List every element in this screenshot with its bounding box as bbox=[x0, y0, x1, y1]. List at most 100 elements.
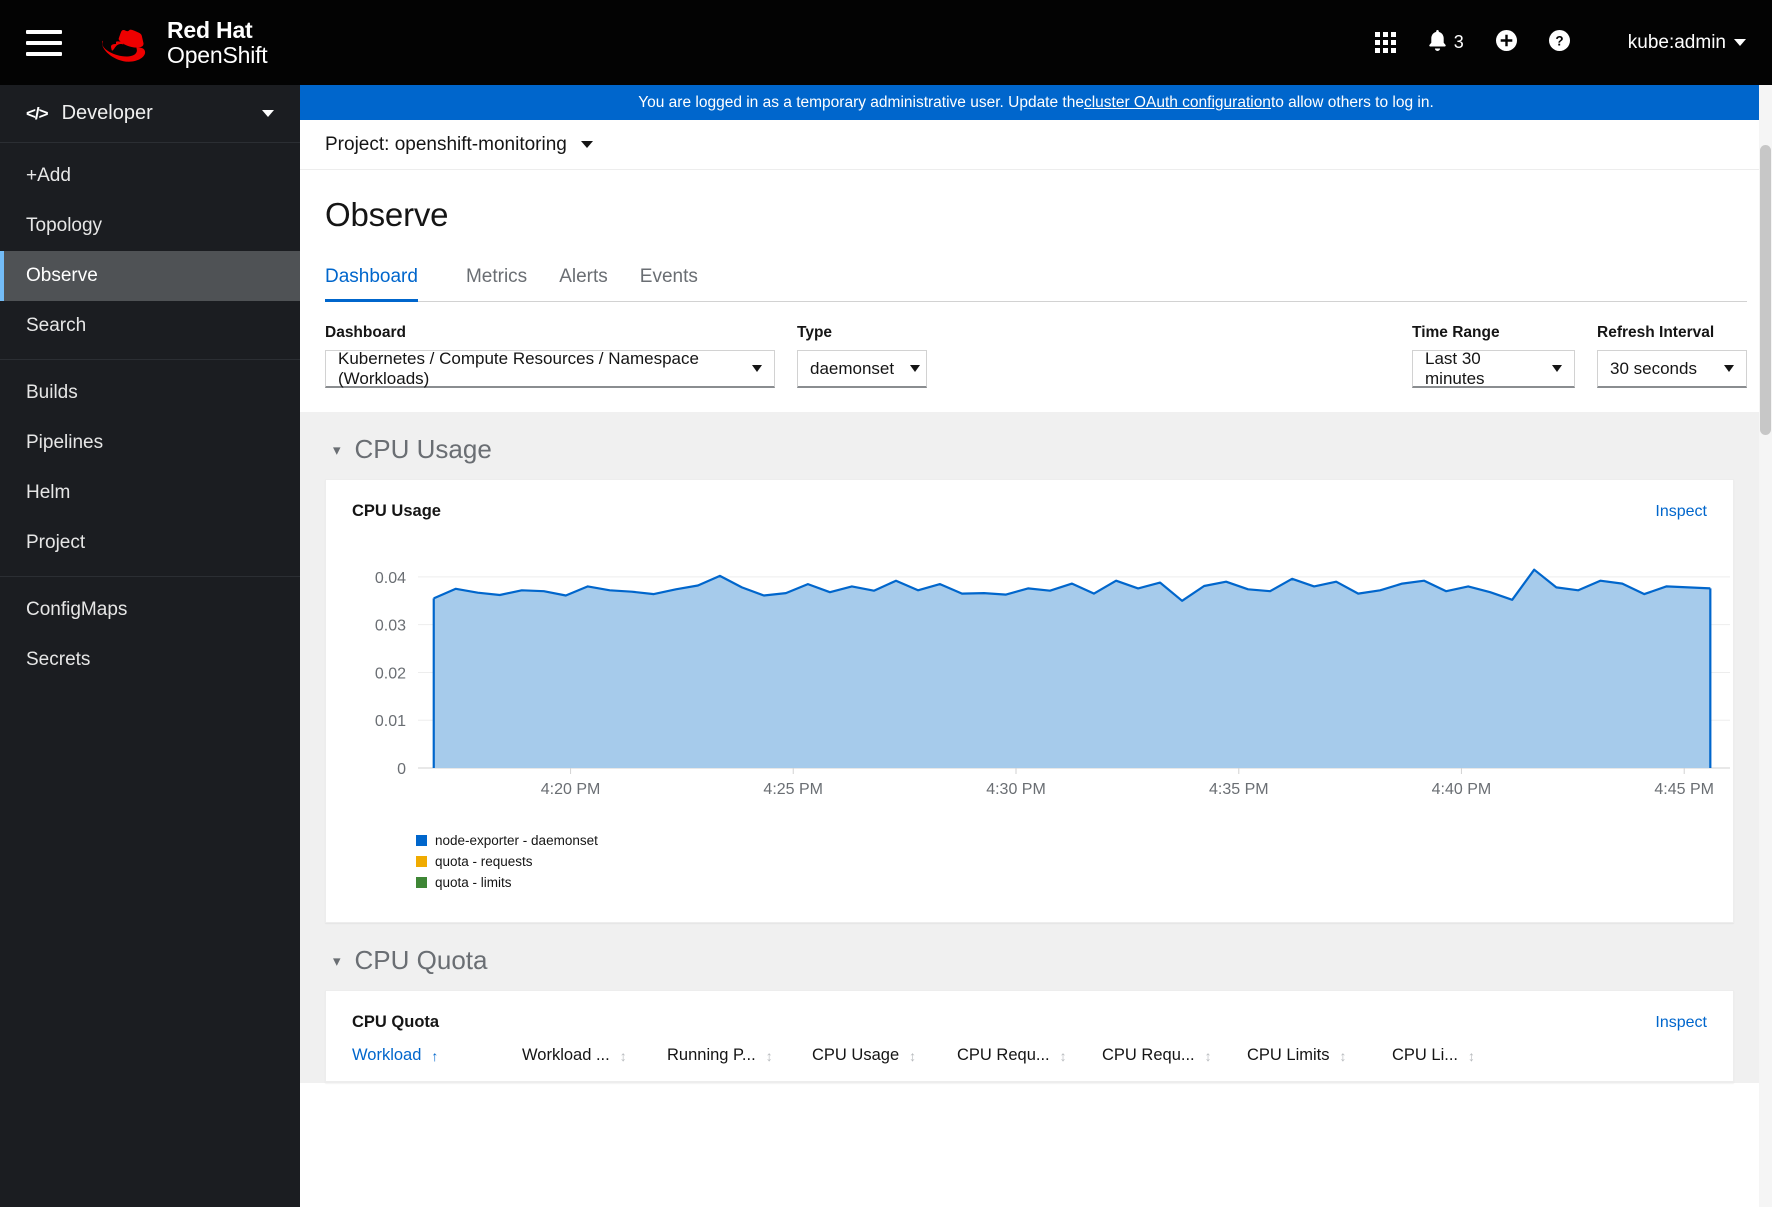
type-filter-group: Type daemonset bbox=[797, 324, 927, 388]
page-tabs: Dashboard Metrics Alerts Events bbox=[325, 256, 1747, 302]
chevron-down-icon bbox=[752, 365, 762, 372]
column-label: CPU Requ... bbox=[957, 1046, 1050, 1064]
x-axis-tick-label: 4:30 PM bbox=[986, 781, 1046, 798]
series-area-node-exporter bbox=[433, 569, 1711, 768]
column-header-workload[interactable]: Workload ↑ bbox=[352, 1032, 522, 1081]
main-content: You are logged in as a temporary adminis… bbox=[300, 85, 1772, 1207]
chevron-down-icon: ▾ bbox=[333, 952, 341, 970]
apps-grid-button[interactable] bbox=[1374, 32, 1396, 53]
tab-events[interactable]: Events bbox=[624, 256, 714, 301]
sidebar-item-helm[interactable]: Helm bbox=[0, 468, 300, 518]
column-label: CPU Li... bbox=[1392, 1046, 1459, 1064]
column-header-cpu-requests[interactable]: CPU Requ... ↕ bbox=[957, 1032, 1102, 1081]
sort-icon: ↕ bbox=[1204, 1047, 1212, 1064]
y-axis-tick-label: 0.01 bbox=[375, 713, 406, 730]
dashboard-select[interactable]: Kubernetes / Compute Resources / Namespa… bbox=[325, 349, 775, 388]
column-header-cpu-limits[interactable]: CPU Limits ↕ bbox=[1247, 1032, 1392, 1081]
red-hat-logo-icon bbox=[102, 24, 154, 62]
dashboard-filter-label: Dashboard bbox=[325, 324, 406, 341]
nav-group-build: Builds Pipelines Helm Project bbox=[0, 360, 300, 576]
sidebar-item-secrets[interactable]: Secrets bbox=[0, 635, 300, 685]
sidebar-item-configmaps[interactable]: ConfigMaps bbox=[0, 585, 300, 635]
tab-dashboard[interactable]: Dashboard bbox=[325, 256, 434, 302]
add-button[interactable] bbox=[1495, 29, 1517, 56]
project-selector[interactable]: Project: openshift-monitoring bbox=[325, 134, 593, 156]
sidebar-item-label: Pipelines bbox=[26, 432, 104, 453]
hamburger-icon[interactable] bbox=[22, 21, 66, 65]
chevron-down-icon bbox=[1724, 365, 1734, 372]
perspective-switcher[interactable]: </> Developer bbox=[0, 85, 300, 143]
chevron-down-icon bbox=[1734, 39, 1746, 46]
brand-logo[interactable]: Red Hat OpenShift bbox=[102, 17, 268, 67]
legend-item[interactable]: quota - requests bbox=[416, 854, 1733, 869]
project-bar: Project: openshift-monitoring bbox=[300, 120, 1772, 170]
time-range-value: Last 30 minutes bbox=[1425, 348, 1485, 388]
sort-asc-icon: ↑ bbox=[431, 1047, 439, 1064]
sidebar-item-add[interactable]: +Add bbox=[0, 151, 300, 201]
inspect-link[interactable]: Inspect bbox=[1655, 1014, 1707, 1032]
notifications-button[interactable]: 3 bbox=[1428, 29, 1464, 56]
nav-group-primary: +Add Topology Observe Search bbox=[0, 143, 300, 359]
time-range-select[interactable]: Last 30 minutes bbox=[1412, 348, 1575, 388]
oauth-config-link[interactable]: cluster OAuth configuration bbox=[1084, 94, 1271, 112]
masthead: Red Hat OpenShift 3 ? kube:admin bbox=[0, 0, 1772, 85]
tab-alerts[interactable]: Alerts bbox=[543, 256, 624, 301]
refresh-interval-select[interactable]: 30 seconds bbox=[1597, 350, 1747, 388]
sort-icon: ↕ bbox=[909, 1047, 917, 1064]
tab-label: Events bbox=[639, 266, 698, 287]
tab-metrics[interactable]: Metrics bbox=[450, 256, 543, 301]
legend-swatch bbox=[416, 877, 427, 888]
perspective-label: Developer bbox=[61, 102, 153, 124]
column-header-cpu-requests-pct[interactable]: CPU Requ... ↕ bbox=[1102, 1032, 1247, 1081]
dashboard-body: ▾ CPU Usage CPU Usage Inspect 0 0.01 0.02 0… bbox=[300, 412, 1772, 1083]
page-title: Observe bbox=[325, 196, 449, 233]
chevron-down-icon bbox=[1552, 365, 1562, 372]
type-select[interactable]: daemonset bbox=[797, 350, 927, 388]
scrollbar-thumb[interactable] bbox=[1760, 145, 1771, 435]
sidebar: </> Developer +Add Topology Observe Sear… bbox=[0, 85, 300, 1207]
sidebar-item-observe[interactable]: Observe bbox=[0, 251, 300, 301]
sort-icon: ↕ bbox=[1339, 1047, 1347, 1064]
page-scroll-area: Observe Dashboard Metrics Alerts Events bbox=[300, 170, 1772, 1207]
sidebar-item-label: +Add bbox=[26, 165, 71, 186]
vertical-scrollbar[interactable] bbox=[1759, 85, 1772, 1207]
card-title: CPU Usage bbox=[352, 502, 441, 520]
cpu-quota-table-header: Workload ↑ Workload ... ↕ Running P... ↕ bbox=[326, 1032, 1733, 1082]
banner-text-before: You are logged in as a temporary adminis… bbox=[638, 93, 1084, 111]
x-axis-tick-label: 4:40 PM bbox=[1432, 781, 1492, 798]
column-header-cpu-limits-pct[interactable]: CPU Li... ↕ bbox=[1392, 1032, 1537, 1081]
column-header-running-pods[interactable]: Running P... ↕ bbox=[667, 1032, 812, 1081]
section-header-cpu-usage[interactable]: ▾ CPU Usage bbox=[300, 412, 1772, 479]
inspect-link[interactable]: Inspect bbox=[1655, 503, 1707, 521]
tab-label: Alerts bbox=[559, 266, 608, 287]
sidebar-item-search[interactable]: Search bbox=[0, 301, 300, 351]
legend-item[interactable]: quota - limits bbox=[416, 875, 1733, 890]
column-header-workload-type[interactable]: Workload ... ↕ bbox=[522, 1032, 667, 1081]
column-header-cpu-usage[interactable]: CPU Usage ↕ bbox=[812, 1032, 957, 1081]
project-selector-label: Project: openshift-monitoring bbox=[325, 133, 567, 155]
x-axis-tick-label: 4:25 PM bbox=[763, 781, 823, 798]
help-button[interactable]: ? bbox=[1548, 29, 1570, 56]
page-header: Observe Dashboard Metrics Alerts Events bbox=[300, 170, 1772, 302]
sidebar-item-label: Search bbox=[26, 315, 87, 336]
sort-icon: ↕ bbox=[1468, 1047, 1476, 1064]
user-name: kube:admin bbox=[1627, 31, 1726, 53]
sidebar-item-builds[interactable]: Builds bbox=[0, 368, 300, 418]
tab-label: Dashboard bbox=[325, 266, 418, 287]
user-menu[interactable]: kube:admin bbox=[1628, 32, 1746, 54]
sidebar-item-project[interactable]: Project bbox=[0, 518, 300, 568]
x-axis-tick-label: 4:20 PM bbox=[541, 781, 601, 798]
brand-red-hat: Red Hat bbox=[167, 17, 253, 44]
chevron-down-icon: ▾ bbox=[333, 441, 341, 459]
column-label: Running P... bbox=[667, 1046, 756, 1064]
section-title: CPU Quota bbox=[354, 945, 488, 975]
sidebar-item-topology[interactable]: Topology bbox=[0, 201, 300, 251]
legend-item[interactable]: node-exporter - daemonset bbox=[416, 833, 1733, 848]
column-label: CPU Usage bbox=[812, 1046, 900, 1064]
sidebar-item-label: Observe bbox=[26, 265, 98, 286]
time-range-filter-group: Time Range Last 30 minutes bbox=[1412, 324, 1575, 388]
section-header-cpu-quota[interactable]: ▾ CPU Quota bbox=[300, 923, 1772, 990]
legend-swatch bbox=[416, 835, 427, 846]
y-axis-tick-label: 0.04 bbox=[375, 570, 406, 587]
sidebar-item-pipelines[interactable]: Pipelines bbox=[0, 418, 300, 468]
